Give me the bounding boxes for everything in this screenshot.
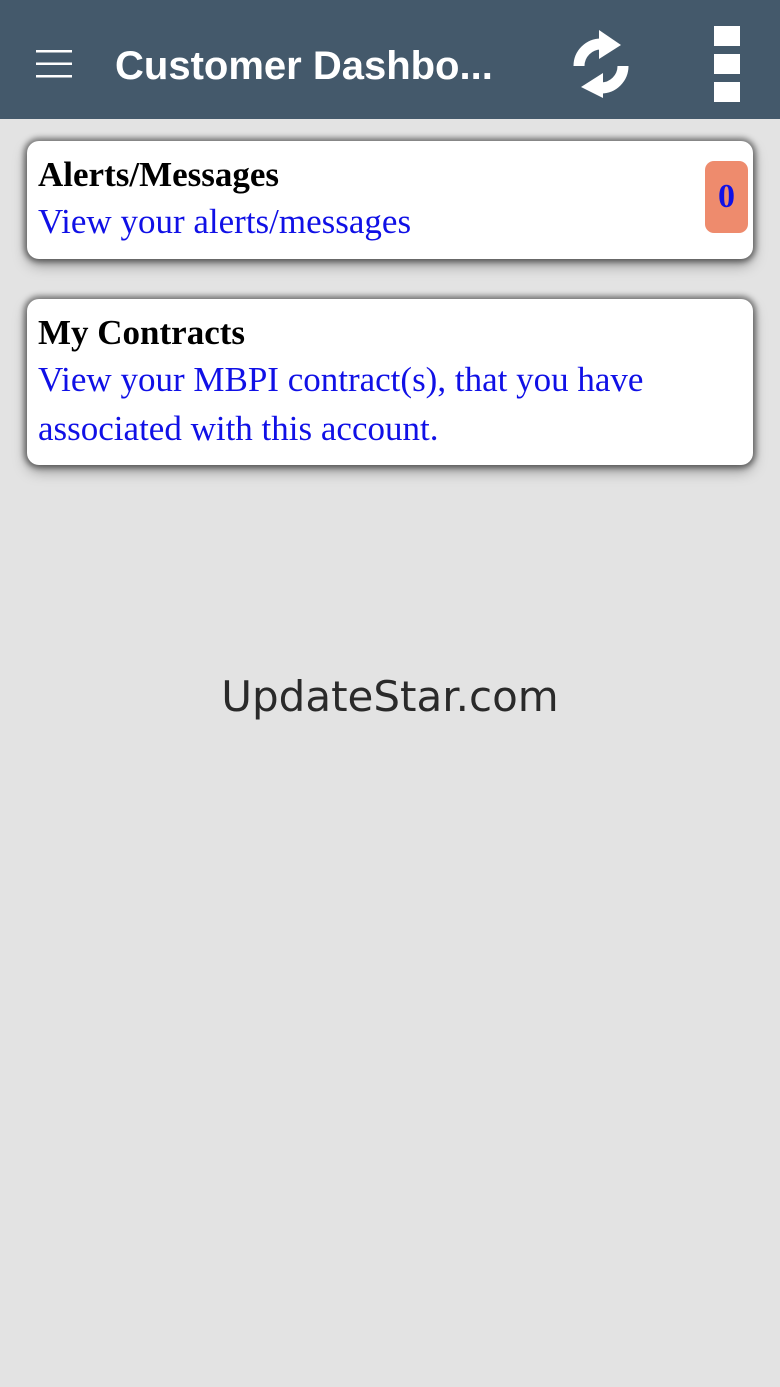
hamburger-menu-icon[interactable] — [36, 47, 74, 81]
contracts-card-title: My Contracts — [38, 313, 246, 352]
overflow-dot — [714, 82, 740, 102]
watermark-text: UpdateStar.com — [221, 672, 559, 721]
alerts-messages-card[interactable]: Alerts/Messages View your alerts/message… — [27, 141, 753, 259]
alerts-card-title: Alerts/Messages — [38, 155, 280, 194]
page-title: Customer Dashbo... — [115, 44, 493, 88]
contracts-card-link[interactable]: View your MBPI contract(s), that you hav… — [38, 355, 713, 453]
alerts-card-link[interactable]: View your alerts/messages — [38, 197, 713, 246]
overflow-dot — [714, 54, 740, 74]
my-contracts-card[interactable]: My Contracts View your MBPI contract(s),… — [27, 299, 753, 465]
app-bar: Customer Dashbo... — [0, 0, 780, 119]
more-vertical-icon[interactable] — [710, 24, 744, 104]
alerts-count-badge: 0 — [705, 161, 748, 233]
refresh-icon[interactable] — [561, 30, 641, 98]
overflow-dot — [714, 26, 740, 46]
